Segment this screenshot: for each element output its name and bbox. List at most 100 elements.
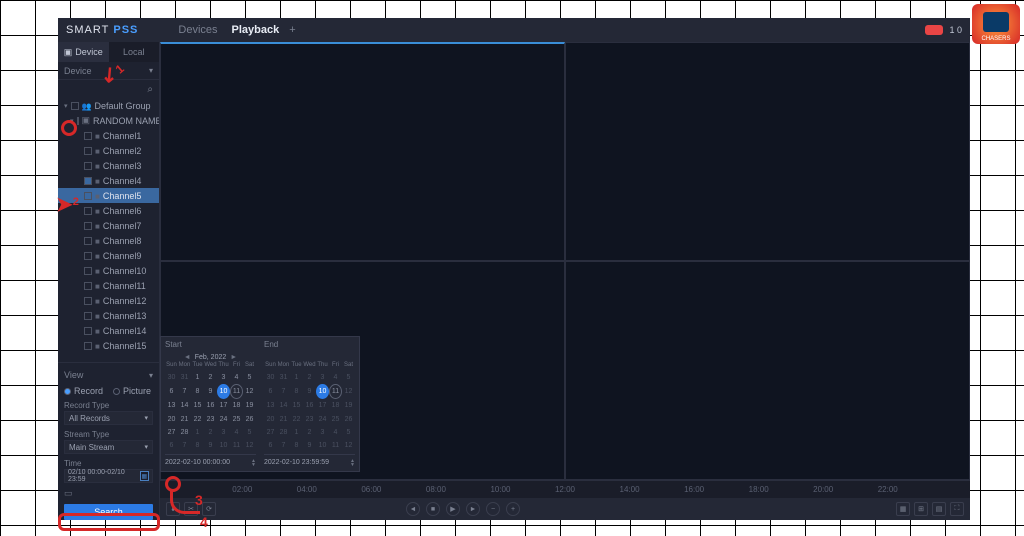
- tab-playback[interactable]: Playback: [232, 24, 280, 36]
- fullscreen-icon[interactable]: ⛶: [950, 502, 964, 516]
- cal-day[interactable]: 6: [264, 384, 277, 399]
- tree-channel[interactable]: Channel14: [58, 323, 159, 338]
- cal-day[interactable]: 10: [316, 384, 329, 399]
- cal-day[interactable]: 18: [230, 399, 243, 412]
- cut-icon[interactable]: ✂: [184, 502, 198, 516]
- export-icon[interactable]: ⬇: [166, 502, 180, 516]
- cal-day[interactable]: 26: [243, 412, 256, 425]
- cal-day[interactable]: 13: [264, 399, 277, 412]
- cal-day[interactable]: 23: [204, 412, 217, 425]
- cal-day[interactable]: 6: [165, 384, 178, 399]
- cal-day[interactable]: 3: [217, 426, 230, 439]
- cal-day[interactable]: 2: [303, 371, 316, 384]
- cal-day[interactable]: 1: [290, 371, 303, 384]
- cal-day[interactable]: 27: [165, 426, 178, 439]
- slow-button[interactable]: −: [486, 502, 500, 516]
- cal-day[interactable]: 14: [277, 399, 290, 412]
- cal-day[interactable]: 8: [290, 439, 303, 452]
- cal-day[interactable]: 20: [165, 412, 178, 425]
- cal-day[interactable]: 25: [230, 412, 243, 425]
- cal-day[interactable]: 19: [342, 399, 355, 412]
- cal-day[interactable]: 16: [303, 399, 316, 412]
- tree-group[interactable]: ▾Default Group: [58, 98, 159, 113]
- cal-day[interactable]: 8: [191, 384, 204, 399]
- cal-day[interactable]: 11: [230, 439, 243, 452]
- cal-day[interactable]: 20: [264, 412, 277, 425]
- cal-day[interactable]: 10: [316, 439, 329, 452]
- cal-day[interactable]: 2: [204, 371, 217, 384]
- play-button[interactable]: ▶: [446, 502, 460, 516]
- cal-day[interactable]: 6: [264, 439, 277, 452]
- cal-day[interactable]: 19: [243, 399, 256, 412]
- tab-devices[interactable]: Devices: [178, 24, 217, 36]
- cal-day[interactable]: 22: [191, 412, 204, 425]
- cal-day[interactable]: 15: [290, 399, 303, 412]
- cal-day[interactable]: 3: [316, 371, 329, 384]
- cal-prev[interactable]: ◄: [184, 354, 191, 361]
- cal-day[interactable]: 11: [329, 439, 342, 452]
- cal-day[interactable]: 5: [243, 371, 256, 384]
- side-tab-device[interactable]: ▣ Device: [58, 42, 109, 62]
- view-select[interactable]: View: [64, 367, 153, 383]
- cal-day[interactable]: 16: [204, 399, 217, 412]
- cal-day[interactable]: 17: [217, 399, 230, 412]
- calendar-icon[interactable]: ▦: [140, 471, 149, 481]
- cal-day[interactable]: 12: [342, 384, 355, 399]
- view-1-icon[interactable]: ▦: [896, 502, 910, 516]
- prev-frame-button[interactable]: ◄: [406, 502, 420, 516]
- tree-channel[interactable]: Channel13: [58, 308, 159, 323]
- cal-day[interactable]: 25: [329, 412, 342, 425]
- cal-day[interactable]: 6: [165, 439, 178, 452]
- radio-picture[interactable]: Picture: [113, 386, 151, 396]
- cal-day[interactable]: 15: [191, 399, 204, 412]
- cal-day[interactable]: 23: [303, 412, 316, 425]
- cal-day[interactable]: 4: [329, 426, 342, 439]
- cal-day[interactable]: 30: [264, 371, 277, 384]
- end-time-input[interactable]: 2022-02-10 23:59:59▲▼: [264, 454, 355, 468]
- cal-day[interactable]: 21: [277, 412, 290, 425]
- cal-day[interactable]: 5: [342, 371, 355, 384]
- video-pane-1[interactable]: [160, 42, 565, 261]
- cal-day[interactable]: 28: [277, 426, 290, 439]
- cal-day[interactable]: 11: [230, 384, 243, 399]
- tree-device[interactable]: ▾RANDOM NAME: [58, 113, 159, 128]
- cal-day[interactable]: 8: [191, 439, 204, 452]
- stream-type-select[interactable]: Main Stream: [64, 440, 153, 454]
- tree-channel[interactable]: Channel12: [58, 293, 159, 308]
- cal-day[interactable]: 2: [204, 426, 217, 439]
- tree-channel[interactable]: Channel11: [58, 278, 159, 293]
- video-pane-2[interactable]: [565, 42, 970, 261]
- cal-day[interactable]: 24: [217, 412, 230, 425]
- cal-day[interactable]: 10: [217, 384, 230, 399]
- side-tab-local[interactable]: Local: [109, 42, 160, 62]
- cal-day[interactable]: 12: [342, 439, 355, 452]
- tree-channel[interactable]: Channel1: [58, 128, 159, 143]
- cal-day[interactable]: 4: [329, 371, 342, 384]
- search-icon[interactable]: ⌕: [147, 84, 153, 95]
- record-type-select[interactable]: All Records: [64, 411, 153, 425]
- video-pane-4[interactable]: [565, 261, 970, 480]
- cal-day[interactable]: 21: [178, 412, 191, 425]
- cal-day[interactable]: 3: [217, 371, 230, 384]
- fast-button[interactable]: +: [506, 502, 520, 516]
- cal-day[interactable]: 9: [303, 439, 316, 452]
- tree-channel[interactable]: Channel7: [58, 218, 159, 233]
- cal-day[interactable]: 12: [243, 384, 256, 399]
- timeline[interactable]: 02:0004:0006:0008:0010:0012:0014:0016:00…: [160, 480, 970, 498]
- device-dropdown[interactable]: Device: [58, 62, 159, 80]
- tree-channel[interactable]: Channel15: [58, 338, 159, 353]
- cal-day[interactable]: 4: [230, 371, 243, 384]
- cal-day[interactable]: 24: [316, 412, 329, 425]
- cal-day[interactable]: 26: [342, 412, 355, 425]
- cal-day[interactable]: 5: [342, 426, 355, 439]
- tree-channel[interactable]: Channel10: [58, 263, 159, 278]
- folder-icon[interactable]: ▭: [64, 488, 73, 499]
- start-time-input[interactable]: 2022-02-10 00:00:00▲▼: [165, 454, 256, 468]
- cal-day[interactable]: 31: [277, 371, 290, 384]
- cal-day[interactable]: 7: [277, 384, 290, 399]
- cal-day[interactable]: 4: [230, 426, 243, 439]
- cal-day[interactable]: 13: [165, 399, 178, 412]
- tree-channel[interactable]: Channel2: [58, 143, 159, 158]
- tree-channel[interactable]: Channel4: [58, 173, 159, 188]
- cal-day[interactable]: 22: [290, 412, 303, 425]
